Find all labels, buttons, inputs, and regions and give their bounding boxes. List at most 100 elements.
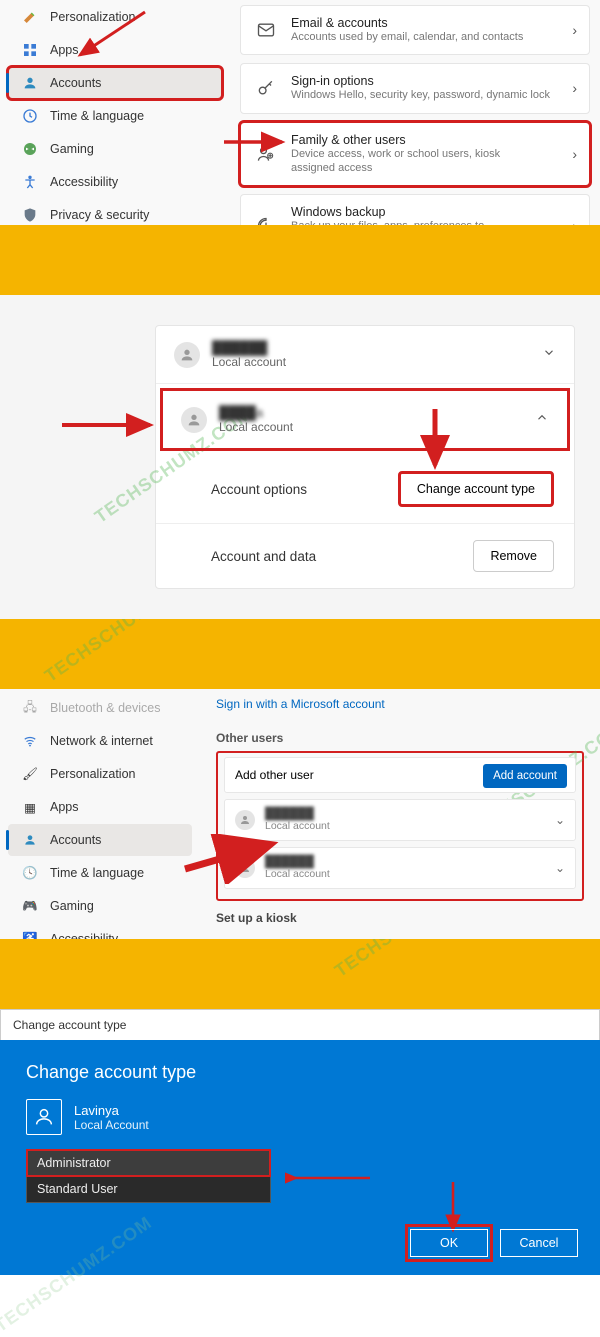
dropdown-option-standard-user[interactable]: Standard User — [27, 1176, 270, 1202]
avatar-icon — [174, 342, 200, 368]
gaming-icon — [22, 141, 38, 157]
sidebar-label: Personalization — [50, 10, 135, 24]
settings-window-panel1: Personalization Apps Accounts Time & lan… — [0, 0, 600, 225]
user-row[interactable]: ██████Local account ⌄ — [224, 847, 576, 889]
clock-icon — [22, 108, 38, 124]
user-row-1[interactable]: ██████ Local account — [156, 326, 574, 384]
change-account-type-button[interactable]: Change account type — [398, 471, 554, 507]
sidebar-label: Personalization — [50, 767, 135, 781]
chevron-right-icon: › — [572, 146, 577, 162]
add-user-label: Add other user — [235, 768, 314, 782]
option-label: Account and data — [211, 549, 316, 564]
sidebar-item-network[interactable]: Network & internet — [8, 725, 192, 757]
avatar-icon — [235, 810, 255, 830]
sidebar-item-privacy-security[interactable]: Privacy & security — [8, 199, 222, 225]
dialog-buttons: OK Cancel — [410, 1229, 578, 1257]
user-name: ██████ — [265, 856, 330, 868]
cancel-button[interactable]: Cancel — [500, 1229, 578, 1257]
sidebar-label: Bluetooth & devices — [50, 701, 161, 715]
wifi-icon — [22, 733, 38, 749]
sidebar-label: Network & internet — [50, 734, 153, 748]
other-users-box: Add other user Add account ██████Local a… — [216, 751, 584, 901]
sidebar-item-accessibility[interactable]: Accessibility — [8, 166, 222, 198]
sidebar-label: Time & language — [50, 109, 144, 123]
watermark: TECHSCHUMZ.COM — [41, 619, 206, 687]
card-signin-options[interactable]: Sign-in options Windows Hello, security … — [240, 63, 590, 113]
brush-icon: 🖌 — [22, 766, 38, 782]
ok-button[interactable]: OK — [410, 1229, 488, 1257]
sidebar-item-time-language[interactable]: 🕓 Time & language — [8, 857, 192, 889]
user-name: ██████ — [265, 808, 330, 820]
family-icon — [255, 143, 277, 165]
user-type: Local account — [265, 868, 330, 880]
section-heading-kiosk: Set up a kiosk — [216, 911, 584, 925]
chevron-down-icon: ⌄ — [555, 813, 565, 827]
sidebar-item-apps[interactable]: Apps — [8, 34, 222, 66]
user-name: ██████ — [212, 340, 286, 355]
dialog-user-type: Local Account — [74, 1118, 149, 1132]
card-windows-backup[interactable]: Windows backup Back up your files, apps,… — [240, 194, 590, 225]
chevron-up-icon — [535, 410, 549, 429]
card-title: Family & other users — [291, 133, 501, 147]
bluetooth-icon: 🖧 — [22, 700, 38, 716]
sidebar-label: Apps — [50, 43, 79, 57]
option-label: Account options — [211, 482, 307, 497]
watermark: TECHSCHUMZ.COM — [331, 939, 496, 982]
chevron-down-icon: ⌄ — [555, 861, 565, 875]
dropdown-option-administrator[interactable]: Administrator — [27, 1150, 270, 1176]
apps-icon — [22, 42, 38, 58]
add-other-user-row: Add other user Add account — [224, 757, 576, 793]
user-row-2[interactable]: ████a Local account — [160, 388, 570, 451]
sidebar-label: Accounts — [50, 76, 101, 90]
option-row-account-data: Account and data Remove — [156, 524, 574, 588]
avatar-icon — [235, 858, 255, 878]
option-row-account-options: Account options Change account type — [156, 455, 574, 524]
sidebar-item-accounts[interactable]: Accounts — [8, 67, 222, 99]
card-subtitle: Accounts used by email, calendar, and co… — [291, 30, 523, 44]
mail-icon — [255, 19, 277, 41]
card-title: Email & accounts — [291, 16, 523, 30]
sidebar-item-bluetooth[interactable]: 🖧 Bluetooth & devices — [8, 692, 192, 724]
sidebar-label: Accessibility — [50, 175, 118, 189]
backup-icon — [255, 215, 277, 225]
user-row[interactable]: ██████Local account ⌄ — [224, 799, 576, 841]
sidebar-label: Gaming — [50, 899, 94, 913]
remove-button[interactable]: Remove — [473, 540, 554, 572]
clock-icon: 🕓 — [22, 865, 38, 881]
card-family-other-users[interactable]: Family & other users Device access, work… — [240, 122, 590, 187]
sidebar-label: Time & language — [50, 866, 144, 880]
sidebar-item-gaming[interactable]: 🎮 Gaming — [8, 890, 192, 922]
user-type: Local account — [212, 355, 286, 369]
sidebar-label: Gaming — [50, 142, 94, 156]
other-users-section: TECHSCHUMZ.COM Sign in with a Microsoft … — [200, 689, 600, 939]
accessibility-icon: ♿ — [22, 931, 38, 939]
accounts-icon — [22, 832, 38, 848]
chevron-down-icon — [542, 345, 556, 364]
account-type-dropdown[interactable]: Administrator Standard User — [26, 1149, 271, 1203]
gaming-icon: 🎮 — [22, 898, 38, 914]
separator: TECHSCHUMZ.COM — [0, 939, 600, 1009]
apps-icon: ▦ — [22, 799, 38, 815]
user-type: Local account — [265, 820, 330, 832]
sidebar-item-gaming[interactable]: Gaming — [8, 133, 222, 165]
sidebar-item-personalization[interactable]: 🖌 Personalization — [8, 758, 192, 790]
sidebar-item-time-language[interactable]: Time & language — [8, 100, 222, 132]
sign-in-microsoft-link[interactable]: Sign in with a Microsoft account — [216, 697, 584, 711]
sidebar-label: Privacy & security — [50, 208, 149, 222]
settings-sidebar: 🖧Bluetooth & devices Network & internet … — [0, 689, 200, 939]
sidebar-label: Accounts — [50, 833, 101, 847]
dialog-user-row: Lavinya Local Account — [26, 1099, 574, 1135]
key-icon — [255, 77, 277, 99]
add-account-button[interactable]: Add account — [483, 764, 567, 788]
sidebar-item-personalization[interactable]: Personalization — [8, 1, 222, 33]
settings-window-panel3: 🖧Bluetooth & devices Network & internet … — [0, 689, 600, 939]
annotation-arrow — [285, 1168, 375, 1188]
dialog-user-name: Lavinya — [74, 1103, 149, 1118]
sidebar-item-accessibility[interactable]: ♿Accessibility — [8, 923, 192, 939]
sidebar-label: Apps — [50, 800, 79, 814]
sidebar-item-apps[interactable]: ▦ Apps — [8, 791, 192, 823]
section-heading-other-users: Other users — [216, 731, 584, 745]
sidebar-item-accounts[interactable]: Accounts — [8, 824, 192, 856]
avatar-icon — [181, 407, 207, 433]
card-email-accounts[interactable]: Email & accounts Accounts used by email,… — [240, 5, 590, 55]
